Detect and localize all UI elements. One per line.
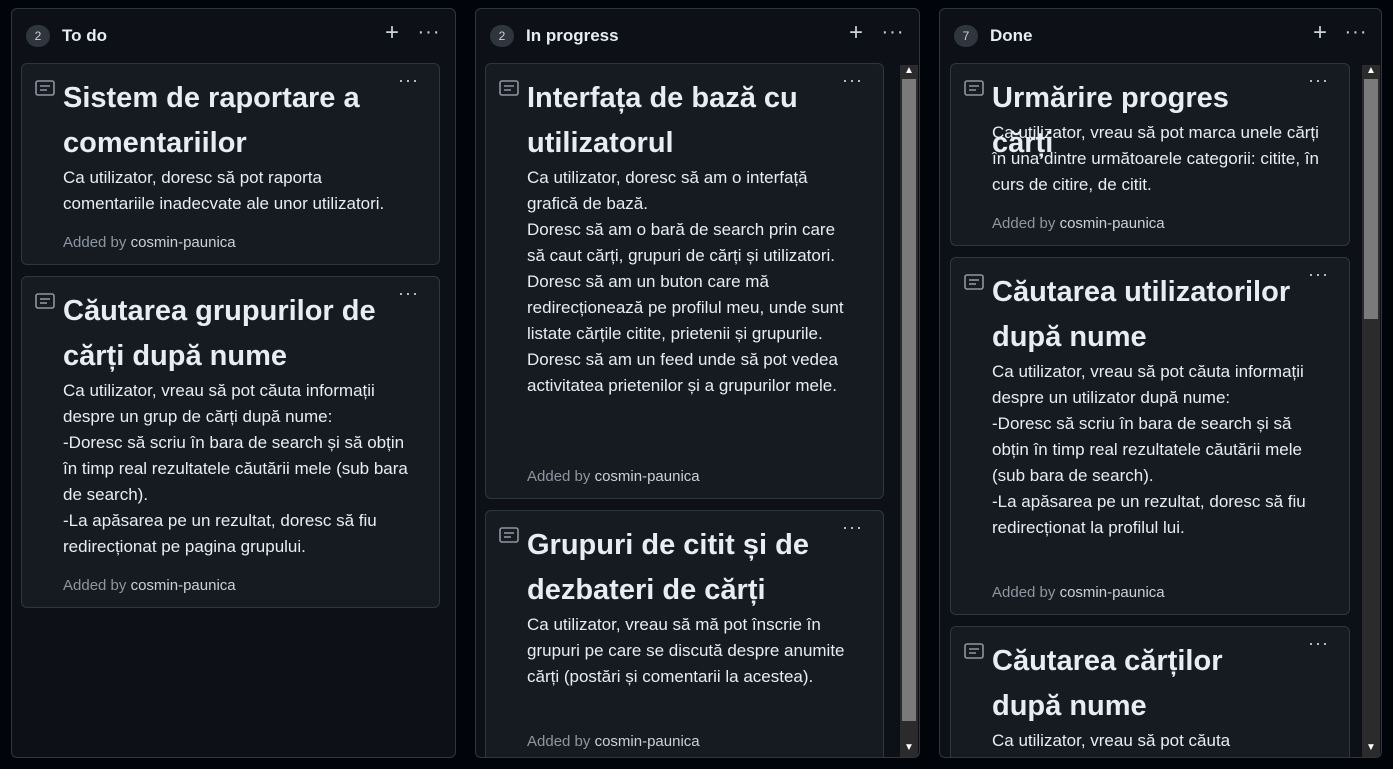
added-by-label: Added by: [63, 234, 127, 251]
scroll-up-arrow[interactable]: ▲: [1362, 65, 1380, 77]
card-body: Ca utilizator, vreau să pot căuta: [992, 731, 1231, 750]
card[interactable]: ··· Căutarea utilizatorilor după nume Ca…: [950, 257, 1350, 615]
card-meta: Added by cosmin-paunica: [992, 215, 1165, 232]
item-count-badge: 7: [954, 25, 978, 47]
column-title: In progress: [526, 26, 619, 45]
column-in-progress: 2 In progress + ··· ··· Interfața de baz…: [475, 8, 920, 758]
card-menu-button[interactable]: ···: [398, 70, 419, 91]
add-item-button[interactable]: +: [843, 21, 869, 47]
scroll-thumb[interactable]: [1364, 79, 1378, 319]
card-title[interactable]: Grupuri de citit și de dezbateri de cărț…: [527, 523, 827, 613]
card[interactable]: ··· Căutarea cărților după nume Ca utili…: [950, 626, 1350, 757]
card[interactable]: ··· Interfața de bază cu utilizatorul Ca…: [485, 63, 884, 499]
card-list: ··· Interfața de bază cu utilizatorul Ca…: [476, 63, 919, 757]
card-menu-button[interactable]: ···: [1308, 70, 1329, 91]
scroll-down-arrow[interactable]: ▼: [1362, 742, 1380, 754]
added-by-label: Added by: [63, 577, 127, 594]
author-link[interactable]: cosmin-paunica: [131, 234, 236, 251]
column-title: To do: [62, 26, 107, 45]
card-meta: Added by cosmin-paunica: [63, 577, 236, 594]
note-icon: [35, 293, 55, 309]
card-meta: Added by cosmin-paunica: [63, 234, 236, 251]
column-menu-button[interactable]: ···: [416, 21, 442, 47]
added-by-label: Added by: [992, 584, 1056, 601]
card-body: Ca utilizator, doresc să pot raporta com…: [63, 168, 385, 213]
column-title: Done: [990, 26, 1033, 45]
author-link[interactable]: cosmin-paunica: [595, 468, 700, 485]
card-title[interactable]: Interfața de bază cu utilizatorul: [527, 76, 827, 166]
card-list: ··· Sistem de raportare a comentariilor …: [12, 63, 455, 757]
card-body: Ca utilizator, vreau să mă pot înscrie î…: [527, 615, 845, 686]
card-meta: Added by cosmin-paunica: [992, 584, 1165, 601]
note-icon: [35, 80, 55, 96]
author-link[interactable]: cosmin-paunica: [131, 577, 236, 594]
card-menu-button[interactable]: ···: [842, 517, 863, 538]
card-menu-button[interactable]: ···: [1308, 264, 1329, 285]
add-item-button[interactable]: +: [1307, 21, 1333, 47]
column-to-do: 2 To do + ··· ··· Sistem de raportare a …: [11, 8, 456, 758]
column-done: 7 Done + ··· ··· Urmărire progres cărți …: [939, 8, 1382, 758]
card-meta: Added by cosmin-paunica: [527, 468, 700, 485]
card-menu-button[interactable]: ···: [842, 70, 863, 91]
note-icon: [964, 643, 984, 659]
column-menu-button[interactable]: ···: [880, 21, 906, 47]
card[interactable]: ··· Urmărire progres cărți Ca utilizator…: [950, 63, 1350, 246]
note-icon: [499, 527, 519, 543]
note-icon: [964, 274, 984, 290]
note-icon: [964, 80, 984, 96]
card-meta: Added by cosmin-paunica: [527, 733, 700, 750]
card-menu-button[interactable]: ···: [1308, 633, 1329, 654]
card-title[interactable]: Căutarea cărților după nume: [992, 639, 1293, 729]
card-body: Ca utilizator, vreau să pot căuta inform…: [992, 362, 1306, 537]
vertical-scrollbar[interactable]: ▲ ▼: [900, 65, 918, 757]
added-by-label: Added by: [992, 215, 1056, 232]
add-item-button[interactable]: +: [379, 21, 405, 47]
added-by-label: Added by: [527, 468, 591, 485]
card-list: ··· Urmărire progres cărți Ca utilizator…: [940, 63, 1381, 757]
card-title[interactable]: Sistem de raportare a comentariilor: [63, 76, 383, 166]
card-body: Ca utilizator, vreau să pot marca unele …: [992, 123, 1319, 194]
author-link[interactable]: cosmin-paunica: [1060, 584, 1165, 601]
column-menu-button[interactable]: ···: [1343, 21, 1369, 47]
column-header: 2 In progress + ···: [476, 9, 919, 63]
vertical-scrollbar[interactable]: ▲ ▼: [1362, 65, 1380, 757]
card[interactable]: ··· Sistem de raportare a comentariilor …: [21, 63, 440, 265]
card-title[interactable]: Căutarea grupurilor de cărți după nume: [63, 289, 383, 379]
column-header: 7 Done + ···: [940, 9, 1381, 63]
card[interactable]: ··· Grupuri de citit și de dezbateri de …: [485, 510, 884, 757]
card[interactable]: ··· Căutarea grupurilor de cărți după nu…: [21, 276, 440, 608]
item-count-badge: 2: [490, 25, 514, 47]
added-by-label: Added by: [527, 733, 591, 750]
scroll-up-arrow[interactable]: ▲: [900, 65, 918, 77]
card-menu-button[interactable]: ···: [398, 283, 419, 304]
item-count-badge: 2: [26, 25, 50, 47]
card-body: Ca utilizator, vreau să pot căuta inform…: [63, 381, 408, 556]
scroll-down-arrow[interactable]: ▼: [900, 742, 918, 754]
column-header: 2 To do + ···: [12, 9, 455, 63]
note-icon: [499, 80, 519, 96]
scroll-thumb[interactable]: [902, 79, 916, 721]
author-link[interactable]: cosmin-paunica: [1060, 215, 1165, 232]
card-title[interactable]: Căutarea utilizatorilor după nume: [992, 270, 1293, 360]
author-link[interactable]: cosmin-paunica: [595, 733, 700, 750]
card-body: Ca utilizator, doresc să am o interfață …: [527, 168, 844, 395]
